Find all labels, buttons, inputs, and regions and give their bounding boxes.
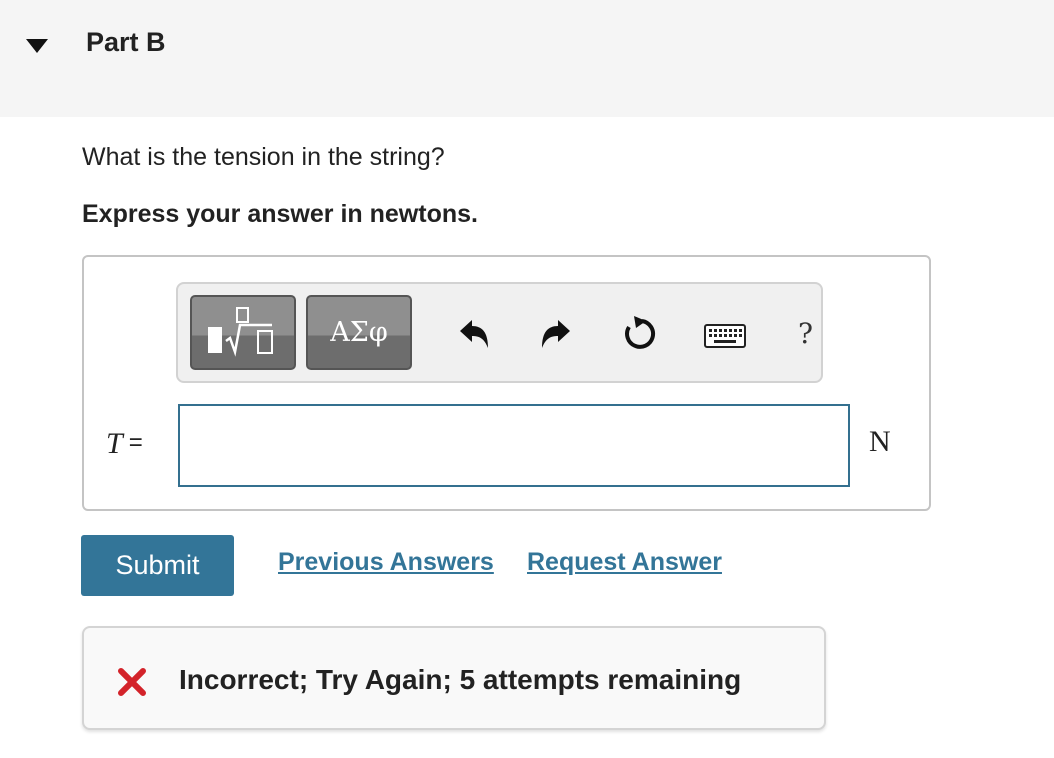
- previous-answers-link[interactable]: Previous Answers: [278, 548, 494, 577]
- answer-instruction: Express your answer in newtons.: [82, 200, 478, 228]
- symbols-button[interactable]: ΑΣφ: [306, 295, 412, 370]
- undo-icon[interactable]: [456, 317, 492, 351]
- reset-icon[interactable]: [620, 314, 658, 352]
- caret-down-icon[interactable]: [24, 37, 50, 55]
- equals-sign: =: [128, 429, 143, 456]
- question-text: What is the tension in the string?: [82, 143, 445, 171]
- templates-button[interactable]: [190, 295, 296, 370]
- variable-symbol: T: [106, 427, 123, 460]
- help-button[interactable]: ?: [798, 317, 813, 350]
- redo-icon[interactable]: [538, 317, 574, 351]
- answer-input[interactable]: [178, 404, 850, 487]
- feedback-message: Incorrect; Try Again; 5 attempts remaini…: [179, 664, 742, 695]
- unit-label: N: [869, 425, 891, 458]
- x-icon: [118, 668, 146, 696]
- answer-variable-label: T =: [106, 427, 143, 461]
- math-toolbar: ΑΣφ ?: [176, 282, 823, 383]
- keyboard-icon[interactable]: [704, 324, 746, 348]
- submit-button[interactable]: Submit: [81, 535, 234, 596]
- request-answer-link[interactable]: Request Answer: [527, 548, 722, 577]
- symbols-label: ΑΣφ: [330, 317, 388, 348]
- part-header: Part B: [0, 0, 1054, 117]
- answer-box: ΑΣφ ? T = N: [82, 255, 931, 511]
- part-title: Part B: [86, 27, 166, 57]
- feedback-box: Incorrect; Try Again; 5 attempts remaini…: [82, 626, 826, 730]
- templates-icon: [208, 307, 273, 357]
